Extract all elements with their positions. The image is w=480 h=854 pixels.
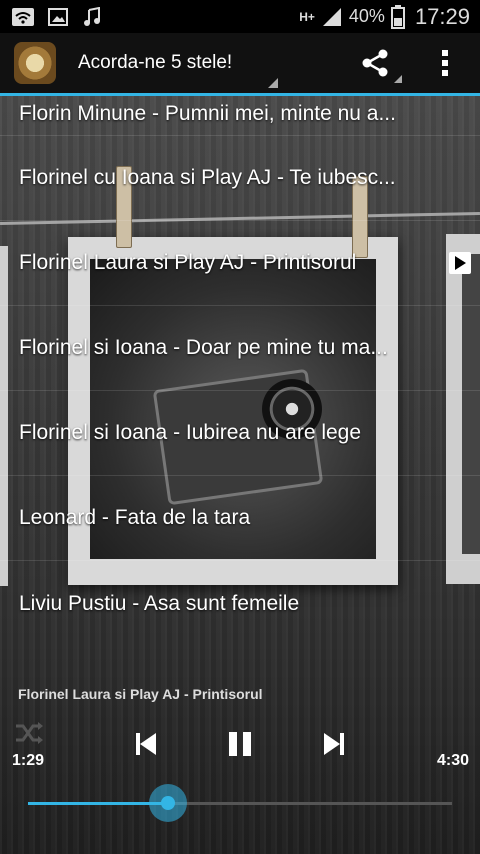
wifi-icon [12, 7, 34, 26]
seek-bar[interactable] [28, 784, 452, 822]
shuffle-button[interactable] [12, 718, 46, 748]
song-title: Liviu Pustiu - Asa sunt femeile [19, 591, 300, 615]
shuffle-icon [16, 722, 43, 744]
now-playing-icon [449, 252, 471, 274]
spinner-caret-icon [268, 78, 278, 88]
pause-icon [229, 732, 251, 756]
song-row[interactable]: Florinel si Ioana - Doar pe mine tu ma..… [0, 306, 480, 391]
music-note-icon [84, 6, 100, 26]
song-title: Leonard - Fata de la tara [19, 506, 251, 529]
overflow-menu-icon [442, 50, 448, 76]
song-row[interactable]: Florinel si Ioana - Iubirea nu are lege [0, 391, 480, 476]
seek-thumb[interactable] [149, 784, 187, 822]
share-button[interactable] [340, 33, 410, 93]
network-type: H+ [299, 9, 315, 24]
previous-button[interactable] [126, 724, 166, 764]
pause-button[interactable] [218, 724, 262, 764]
signal-icon [322, 7, 341, 26]
status-bar: H+ 40% 17:29 [0, 0, 480, 33]
overflow-menu-button[interactable] [410, 33, 480, 93]
next-icon [324, 733, 344, 755]
seek-progress [28, 802, 168, 805]
song-row-playing[interactable]: Florinel Laura si Play AJ - Printisorul [0, 221, 480, 306]
battery-percent: 40% [348, 6, 385, 26]
song-title: Florinel cu Ioana si Play AJ - Te iubesc… [19, 166, 396, 189]
app-logo-icon[interactable] [14, 42, 56, 84]
duration-time: 4:30 [436, 752, 469, 769]
song-title: Florin Minune - Pumnii mei, minte nu a..… [19, 102, 396, 125]
song-title: Florinel si Ioana - Iubirea nu are lege [19, 421, 362, 444]
battery-icon [390, 4, 405, 29]
song-row[interactable]: Florinel cu Ioana si Play AJ - Te iubesc… [0, 136, 480, 221]
previous-icon [136, 733, 156, 755]
next-button[interactable] [314, 724, 354, 764]
song-row[interactable]: Florin Minune - Pumnii mei, minte nu a..… [0, 96, 480, 136]
share-icon [362, 49, 388, 77]
song-list: Florin Minune - Pumnii mei, minte nu a..… [0, 96, 480, 646]
now-playing-title: Florinel Laura si Play AJ - Printisorul [18, 686, 263, 702]
app-title[interactable]: Acorda-ne 5 stele! [78, 52, 232, 74]
elapsed-time: 1:29 [12, 752, 45, 769]
song-row[interactable]: Leonard - Fata de la tara [0, 476, 480, 561]
song-title: Florinel si Ioana - Doar pe mine tu ma..… [19, 336, 388, 359]
clock: 17:29 [414, 3, 470, 29]
image-icon [48, 7, 68, 26]
player-panel: Florinel Laura si Play AJ - Printisorul … [0, 678, 480, 854]
song-title: Florinel Laura si Play AJ - Printisorul [19, 251, 357, 274]
song-row[interactable]: Liviu Pustiu - Asa sunt femeile [0, 561, 480, 646]
action-bar: Acorda-ne 5 stele! [0, 33, 480, 96]
